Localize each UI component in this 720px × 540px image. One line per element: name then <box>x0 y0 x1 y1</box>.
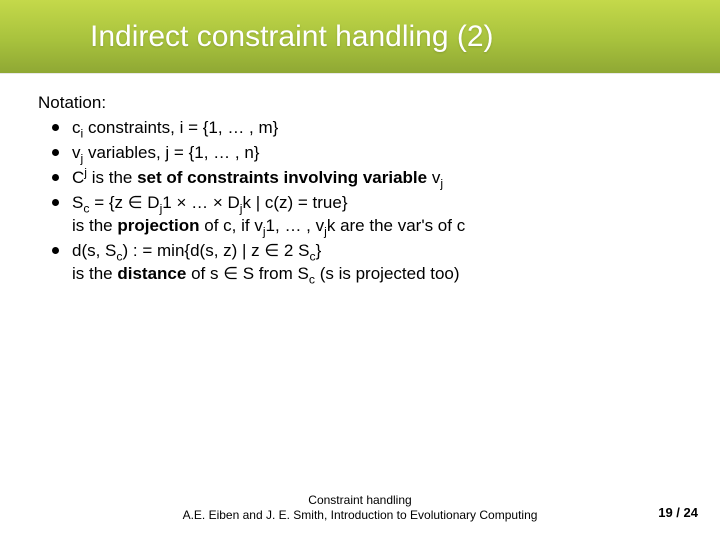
slide-title: Indirect constraint handling (2) <box>90 20 494 54</box>
text: v <box>72 143 81 162</box>
bold-text: set of constraints involving variable <box>137 168 427 187</box>
text: of s ∈ S from S <box>186 264 309 283</box>
list-item: Sc = {z ∈ Dj1 × … × Djk | c(z) = true} i… <box>48 192 682 238</box>
notation-heading: Notation: <box>38 92 682 115</box>
text: k | c(z) = true} <box>242 193 347 212</box>
bold-text: projection <box>117 216 199 235</box>
text: 1, … , v <box>266 216 325 235</box>
text: ) : = min{d(s, z) | z ∈ 2 S <box>123 241 310 260</box>
text: constraints, i = {1, … , m} <box>83 118 278 137</box>
text: S <box>72 193 83 212</box>
page-total: 24 <box>684 505 698 520</box>
page-sep: / <box>673 505 684 520</box>
title-band: Indirect constraint handling (2) <box>0 0 720 74</box>
bold-text: distance <box>117 264 186 283</box>
text: (s is projected too) <box>315 264 460 283</box>
footer-line2: A.E. Eiben and J. E. Smith, Introduction… <box>0 508 720 524</box>
text: d(s, S <box>72 241 116 260</box>
text: of c, if v <box>200 216 263 235</box>
footer: Constraint handling A.E. Eiben and J. E.… <box>0 493 720 524</box>
subscript: j <box>440 176 443 190</box>
text: variables, j = {1, … , n} <box>83 143 259 162</box>
list-item: vj variables, j = {1, … , n} <box>48 142 682 165</box>
page-current: 19 <box>658 505 672 520</box>
text: C <box>72 168 84 187</box>
text: is the <box>72 216 117 235</box>
footer-line1: Constraint handling <box>0 493 720 509</box>
slide-body: Notation: ci constraints, i = {1, … , m}… <box>0 74 720 286</box>
slide: Indirect constraint handling (2) Notatio… <box>0 0 720 540</box>
bullet-list: ci constraints, i = {1, … , m} vj variab… <box>38 117 682 286</box>
text: } <box>316 241 322 260</box>
text: = {z ∈ D <box>89 193 159 212</box>
list-item: Cj is the set of constraints involving v… <box>48 167 682 190</box>
list-item: d(s, Sc) : = min{d(s, z) | z ∈ 2 Sc} is … <box>48 240 682 286</box>
text: c <box>72 118 81 137</box>
text: k are the var's of c <box>327 216 465 235</box>
text: 1 × … × D <box>162 193 239 212</box>
list-item: ci constraints, i = {1, … , m} <box>48 117 682 140</box>
text: v <box>427 168 440 187</box>
text: is the <box>72 264 117 283</box>
text: is the <box>87 168 137 187</box>
page-number: 19 / 24 <box>658 505 698 520</box>
